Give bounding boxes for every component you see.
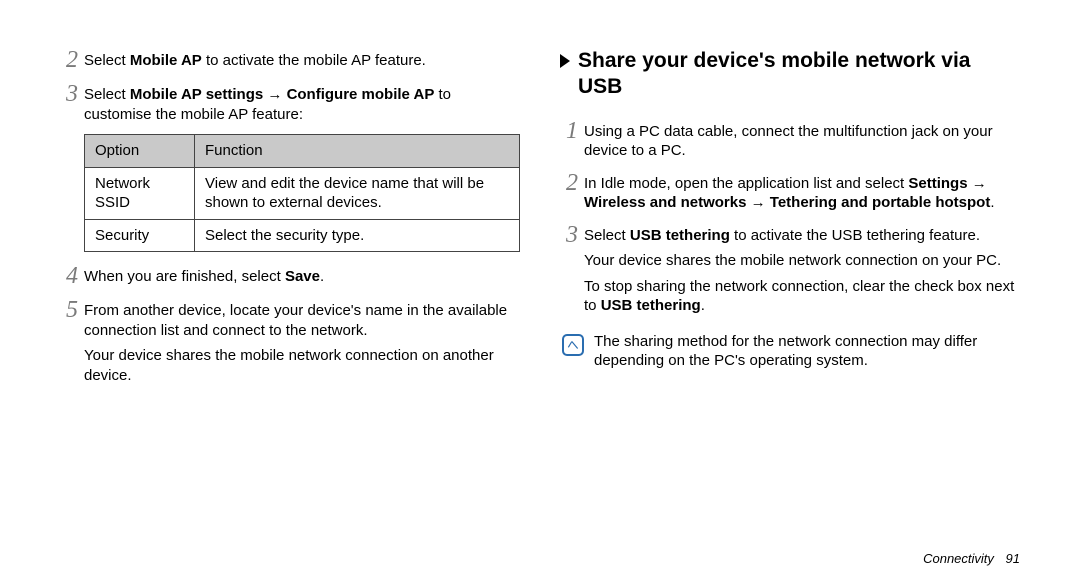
text: . — [990, 194, 994, 211]
footer-page-number: 91 — [1006, 551, 1020, 566]
note-text: The sharing method for the network conne… — [594, 332, 1020, 371]
section-title: Share your device's mobile network via U… — [560, 48, 1020, 101]
step-number: 3 — [560, 223, 584, 247]
note: The sharing method for the network conne… — [562, 332, 1020, 371]
paragraph: Your device shares the mobile network co… — [584, 251, 1020, 271]
text: Using a PC data cable, connect the multi… — [584, 123, 993, 160]
bold: USB tethering — [601, 297, 701, 314]
note-icon — [562, 334, 584, 356]
text: Select — [584, 227, 630, 244]
step-body: When you are finished, select Save. — [84, 264, 520, 287]
step-number: 2 — [60, 48, 84, 72]
step-number: 3 — [60, 82, 84, 106]
bold: Tethering and portable hotspot — [770, 194, 991, 211]
bold: Configure mobile AP — [287, 86, 435, 103]
table-row: Security Select the security type. — [85, 219, 520, 252]
step-body: From another device, locate your device'… — [84, 298, 520, 391]
arrow: → — [968, 175, 987, 192]
text: Select — [84, 86, 130, 103]
step-body: Using a PC data cable, connect the multi… — [584, 119, 1020, 161]
text: to activate the mobile AP feature. — [202, 52, 426, 69]
paragraph: From another device, locate your device'… — [84, 301, 520, 340]
bold: Mobile AP settings — [130, 86, 263, 103]
step-4-left: 4 When you are finished, select Save. — [60, 264, 520, 288]
chevron-right-icon — [560, 54, 570, 68]
paragraph: Select USB tethering to activate the USB… — [584, 226, 1020, 246]
left-column: 2 Select Mobile AP to activate the mobil… — [60, 48, 520, 401]
bold: Wireless and networks — [584, 194, 746, 211]
paragraph: Your device shares the mobile network co… — [84, 346, 520, 385]
text: to activate the USB tethering feature. — [730, 227, 980, 244]
page-footer: Connectivity 91 — [923, 551, 1020, 568]
paragraph: To stop sharing the network connection, … — [584, 277, 1020, 316]
td-function: View and edit the device name that will … — [195, 167, 520, 219]
arrow: → — [746, 194, 769, 211]
table-row: Network SSID View and edit the device na… — [85, 167, 520, 219]
step-3-left: 3 Select Mobile AP settings → Configure … — [60, 82, 520, 124]
step-3-right: 3 Select USB tethering to activate the U… — [560, 223, 1020, 322]
td-function: Select the security type. — [195, 219, 520, 252]
step-number: 2 — [560, 171, 584, 195]
step-number: 4 — [60, 264, 84, 288]
right-column: Share your device's mobile network via U… — [560, 48, 1020, 401]
td-option: Security — [85, 219, 195, 252]
step-number: 5 — [60, 298, 84, 322]
text: When you are finished, select — [84, 268, 285, 285]
th-option: Option — [85, 135, 195, 168]
text: In Idle mode, open the application list … — [584, 175, 908, 192]
text: . — [701, 297, 705, 314]
page-columns: 2 Select Mobile AP to activate the mobil… — [60, 48, 1020, 401]
arrow: → — [263, 86, 286, 103]
bold: Save — [285, 268, 320, 285]
step-2-left: 2 Select Mobile AP to activate the mobil… — [60, 48, 520, 72]
step-number: 1 — [560, 119, 584, 143]
bold: Settings — [908, 175, 967, 192]
step-body: Select Mobile AP to activate the mobile … — [84, 48, 520, 71]
step-1-right: 1 Using a PC data cable, connect the mul… — [560, 119, 1020, 161]
text: Select — [84, 52, 130, 69]
options-table: Option Function Network SSID View and ed… — [84, 134, 520, 252]
step-body: Select Mobile AP settings → Configure mo… — [84, 82, 520, 124]
bold: Mobile AP — [130, 52, 202, 69]
step-2-right: 2 In Idle mode, open the application lis… — [560, 171, 1020, 213]
section-title-text: Share your device's mobile network via U… — [578, 48, 1020, 101]
options-table-wrap: Option Function Network SSID View and ed… — [84, 134, 520, 252]
step-body: Select USB tethering to activate the USB… — [584, 223, 1020, 322]
bold: USB tethering — [630, 227, 730, 244]
th-function: Function — [195, 135, 520, 168]
table-header-row: Option Function — [85, 135, 520, 168]
text: . — [320, 268, 324, 285]
step-body: In Idle mode, open the application list … — [584, 171, 1020, 213]
footer-section: Connectivity — [923, 551, 994, 566]
step-5-left: 5 From another device, locate your devic… — [60, 298, 520, 391]
td-option: Network SSID — [85, 167, 195, 219]
